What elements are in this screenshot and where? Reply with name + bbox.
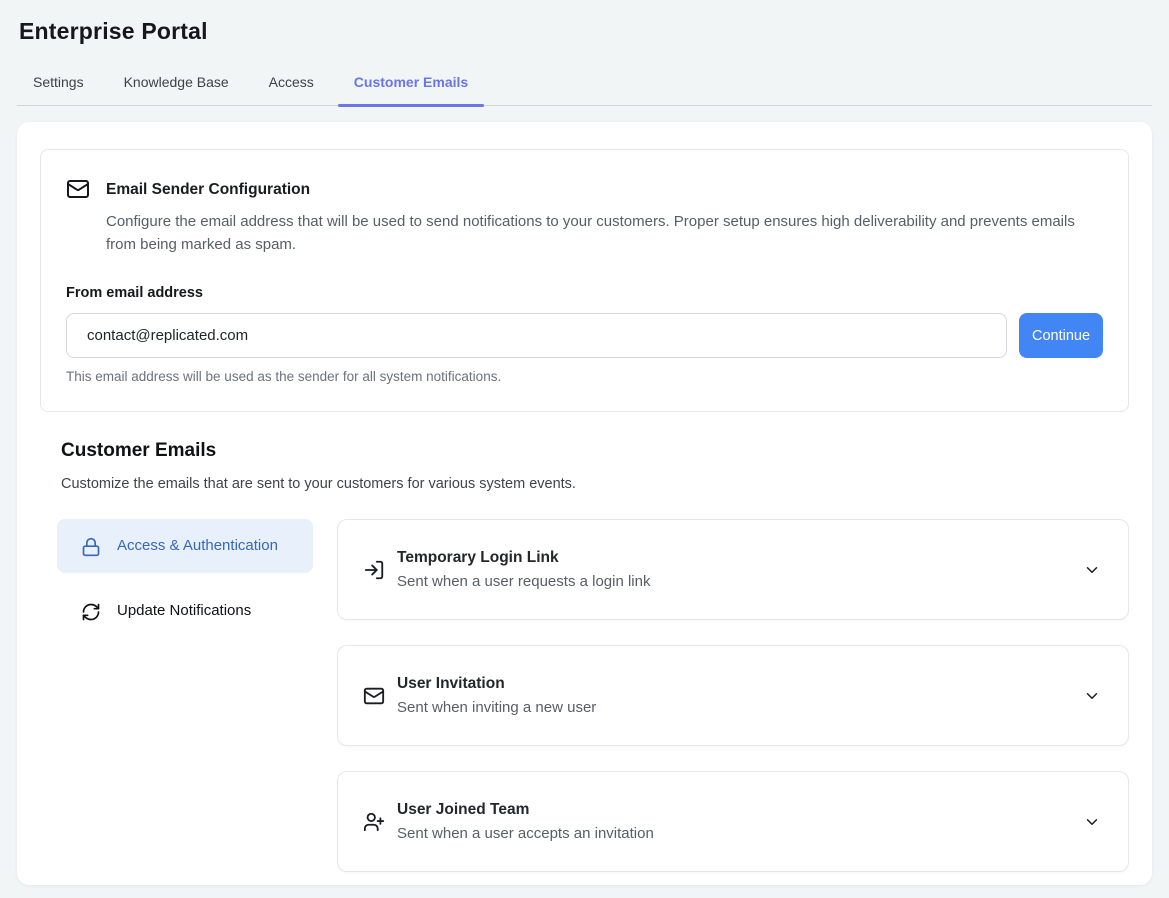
mail-icon [363, 685, 385, 707]
from-email-row: Continue [66, 313, 1103, 358]
from-email-helper-text: This email address will be used as the s… [66, 369, 1103, 384]
template-user-invitation[interactable]: User Invitation Sent when inviting a new… [337, 645, 1129, 746]
template-user-joined-team[interactable]: User Joined Team Sent when a user accept… [337, 771, 1129, 872]
chevron-down-icon[interactable] [1083, 561, 1101, 579]
customer-emails-description: Customize the emails that are sent to yo… [61, 476, 1129, 492]
enterprise-portal-page: Enterprise Portal Settings Knowledge Bas… [0, 0, 1169, 885]
email-category-list: Access & Authentication Update Notificat… [57, 519, 313, 872]
mail-icon [66, 177, 90, 201]
sender-card-title: Email Sender Configuration [106, 178, 310, 199]
sender-card-header: Email Sender Configuration [66, 178, 1103, 201]
category-access-authentication[interactable]: Access & Authentication [57, 519, 313, 573]
tab-knowledge-base[interactable]: Knowledge Base [108, 66, 245, 105]
chevron-down-icon[interactable] [1083, 687, 1101, 705]
from-email-label: From email address [66, 285, 1103, 301]
tab-settings[interactable]: Settings [17, 66, 100, 105]
template-subtitle: Sent when a user accepts an invitation [397, 825, 654, 842]
template-subtitle: Sent when a user requests a login link [397, 573, 650, 590]
email-sender-configuration-card: Email Sender Configuration Configure the… [40, 149, 1129, 412]
template-subtitle: Sent when inviting a new user [397, 699, 596, 716]
from-email-input[interactable] [66, 313, 1007, 358]
login-icon [363, 559, 385, 581]
template-title: User Invitation [397, 675, 596, 693]
customer-emails-body: Access & Authentication Update Notificat… [40, 519, 1129, 872]
page-title: Enterprise Portal [17, 0, 1152, 45]
template-title: Temporary Login Link [397, 549, 650, 567]
sender-card-description: Configure the email address that will be… [106, 210, 1091, 256]
tab-bar: Settings Knowledge Base Access Customer … [17, 66, 1152, 106]
main-content-panel: Email Sender Configuration Configure the… [17, 122, 1152, 885]
refresh-icon [81, 602, 101, 622]
chevron-down-icon[interactable] [1083, 813, 1101, 831]
tab-access[interactable]: Access [253, 66, 330, 105]
category-label: Access & Authentication [117, 535, 278, 557]
email-template-list: Temporary Login Link Sent when a user re… [337, 519, 1129, 872]
customer-emails-heading: Customer Emails [61, 440, 1129, 462]
tab-customer-emails[interactable]: Customer Emails [338, 66, 484, 105]
category-update-notifications[interactable]: Update Notifications [57, 584, 313, 638]
template-temporary-login-link[interactable]: Temporary Login Link Sent when a user re… [337, 519, 1129, 620]
template-title: User Joined Team [397, 801, 654, 819]
category-label: Update Notifications [117, 600, 251, 622]
lock-icon [81, 537, 101, 557]
user-plus-icon [363, 811, 385, 833]
continue-button[interactable]: Continue [1019, 313, 1103, 358]
